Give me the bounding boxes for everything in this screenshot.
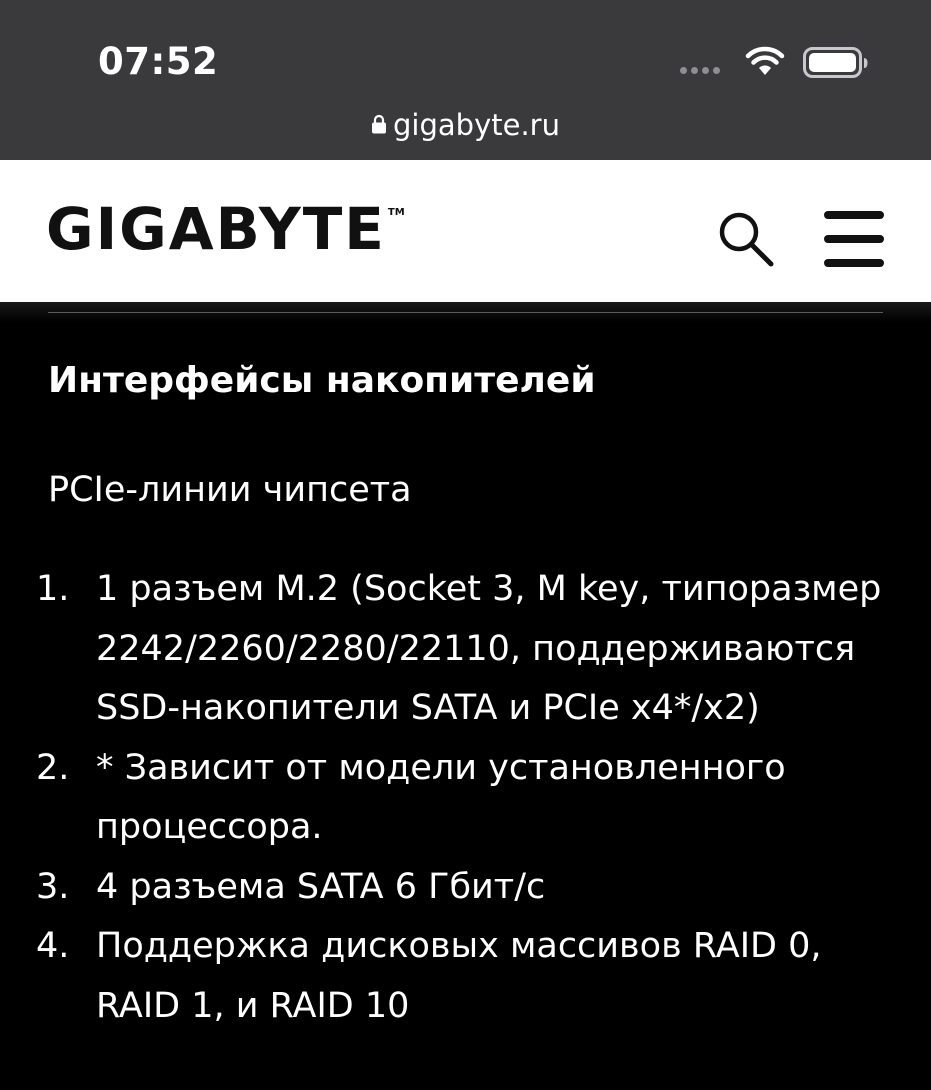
address-bar[interactable]: gigabyte.ru [0,108,931,142]
section-divider [48,312,883,313]
list-number: 1. [36,569,70,609]
gigabyte-logo[interactable]: GIGABYTE TM [46,200,405,258]
logo-tm: TM [387,207,405,218]
wifi-icon [745,45,785,81]
signal-dots-icon [680,67,720,74]
list-item-text: 4 разъема SATA 6 Гбит/с [96,866,546,907]
status-time: 07:52 [98,40,219,83]
logo-text: GIGABYTE [46,195,386,263]
list-number: 3. [36,866,70,907]
list-item: 3. 4 разъема SATA 6 Гбит/с [0,858,931,918]
section-title: Интерфейсы накопителей [48,360,596,401]
list-item-text: Поддержка дисковых массивов RAID 0, RAID… [96,926,822,1026]
list-number: 4. [36,926,70,966]
url-text: gigabyte.ru [393,108,560,142]
list-item: 4. Поддержка дисковых массивов RAID 0, R… [0,917,931,1036]
list-item-text: * Зависит от модели установленного проце… [96,747,786,848]
list-item: 1. 1 разъем M.2 (Socket 3, M key, типора… [0,560,931,739]
lock-icon [371,107,387,141]
battery-icon [803,47,869,83]
menu-icon[interactable] [822,209,886,273]
list-item-text: 1 разъем M.2 (Socket 3, M key, типоразме… [96,569,882,728]
status-bar: 07:52 gigabyte.ru [0,0,931,160]
subheading: PCIe-линии чипсета [48,470,412,510]
list-item: 2. * Зависит от модели установленного пр… [0,739,931,858]
spec-list: 1. 1 разъем M.2 (Socket 3, M key, типора… [0,560,931,1036]
search-icon[interactable] [715,208,777,274]
list-number: 2. [36,747,70,788]
